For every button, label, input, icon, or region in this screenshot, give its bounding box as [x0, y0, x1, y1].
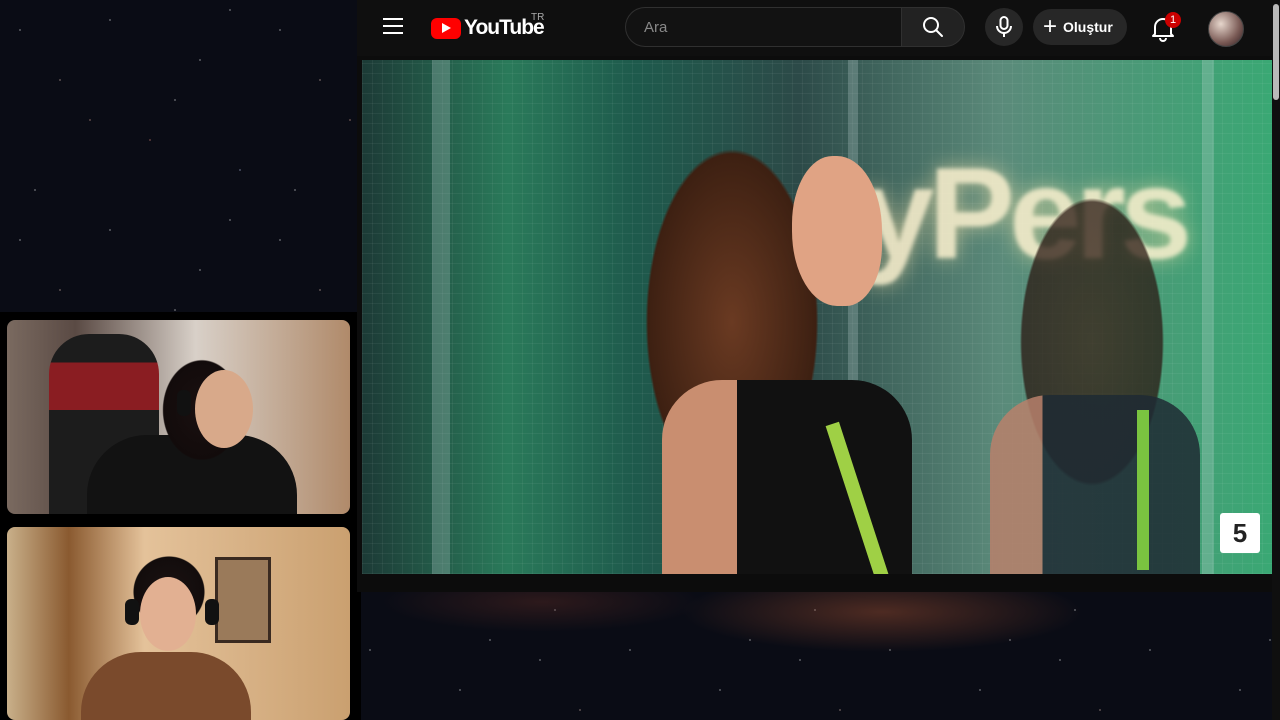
search-icon [923, 17, 943, 37]
wall-mirror [215, 557, 271, 643]
channel-watermark: 5 [1220, 513, 1260, 553]
youtube-logo-icon [431, 17, 461, 39]
video-content: yPers 5 [362, 60, 1272, 574]
youtube-header: YouTube TR + Oluştur 1 [357, 0, 1280, 56]
create-label: Oluştur [1063, 19, 1113, 35]
mic-icon [996, 16, 1012, 37]
search-box [625, 7, 901, 47]
streamer-2-face [140, 577, 196, 651]
headphone-right-icon [205, 599, 219, 625]
scrollbar-track[interactable] [1272, 0, 1280, 720]
streamer-2-body [81, 652, 251, 720]
notification-badge: 1 [1165, 12, 1181, 28]
video-player[interactable]: yPers 5 [357, 56, 1272, 592]
nebula-background [362, 592, 1280, 720]
plus-icon: + [1043, 13, 1058, 40]
headphone-left-icon [125, 599, 139, 625]
search-button[interactable] [901, 7, 965, 47]
webcam-feed-bottom [7, 527, 350, 720]
avatar[interactable] [1208, 11, 1244, 47]
streamer-1-hair [97, 340, 287, 514]
webcam-feed-top [7, 320, 350, 514]
country-code: TR [531, 12, 545, 23]
foreground-person-face [792, 156, 882, 306]
youtube-logo[interactable]: YouTube TR [431, 12, 545, 42]
streamer-1-face [195, 370, 253, 448]
menu-icon[interactable] [383, 18, 403, 36]
lanyard [1137, 410, 1149, 570]
notifications-button[interactable]: 1 [1151, 12, 1185, 44]
webcam-panel [0, 312, 361, 720]
create-button[interactable]: + Oluştur [1033, 9, 1127, 45]
voice-search-button[interactable] [985, 8, 1023, 46]
scrollbar-thumb[interactable] [1273, 4, 1279, 100]
search-input[interactable] [642, 18, 886, 37]
headphone-icon [177, 390, 191, 416]
